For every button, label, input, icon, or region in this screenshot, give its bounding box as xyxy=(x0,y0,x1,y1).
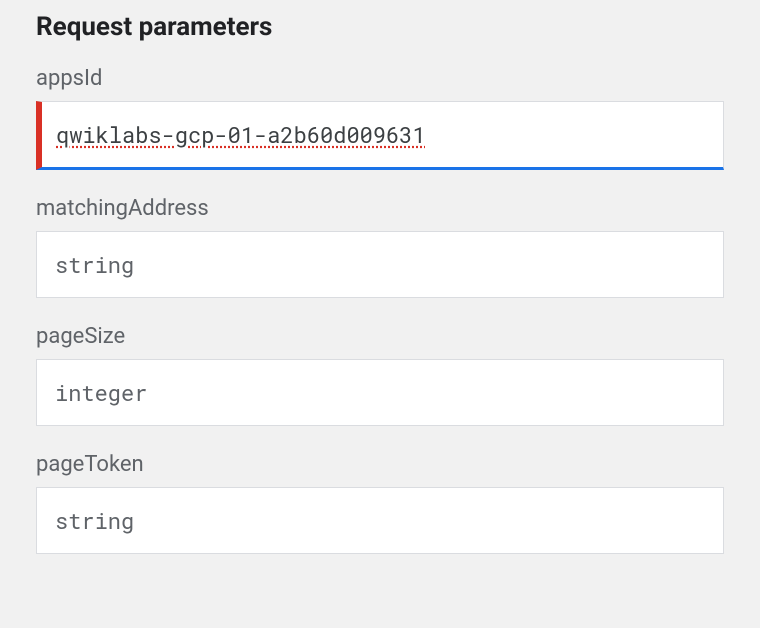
param-label-pagesize: pageSize xyxy=(36,324,724,349)
param-label-appsid: appsId xyxy=(36,66,724,91)
param-input-pagesize[interactable] xyxy=(36,359,724,426)
section-title: Request parameters xyxy=(36,12,724,42)
param-label-matchingaddress: matchingAddress xyxy=(36,196,724,221)
param-group-appsid: appsId xyxy=(36,66,724,170)
param-input-matchingaddress[interactable] xyxy=(36,231,724,298)
param-input-appsid[interactable] xyxy=(36,101,724,170)
param-group-pagesize: pageSize xyxy=(36,324,724,426)
param-group-matchingaddress: matchingAddress xyxy=(36,196,724,298)
param-input-pagetoken[interactable] xyxy=(36,487,724,554)
param-group-pagetoken: pageToken xyxy=(36,452,724,554)
param-label-pagetoken: pageToken xyxy=(36,452,724,477)
